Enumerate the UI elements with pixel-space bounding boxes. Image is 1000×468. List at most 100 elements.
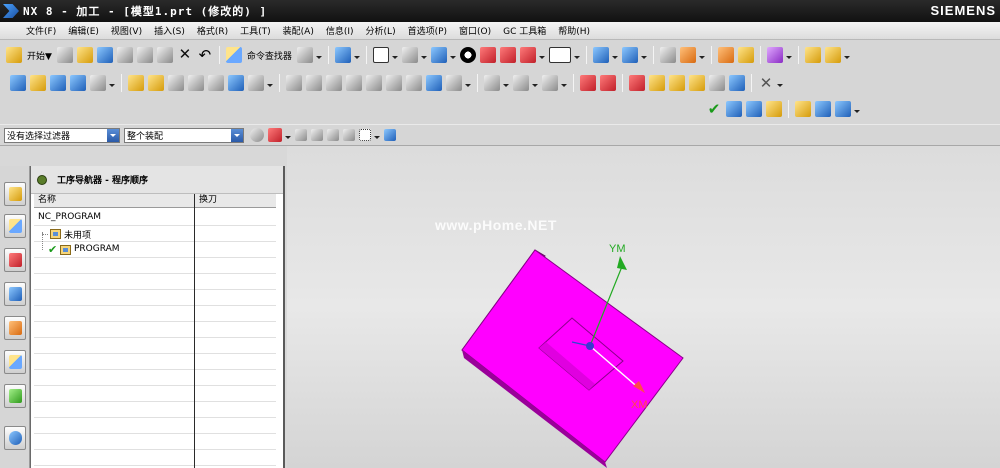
post-process-icon[interactable]: [766, 47, 783, 63]
menu-information[interactable]: 信息(I): [326, 24, 354, 37]
cut-method-icon[interactable]: [726, 101, 742, 117]
selection-scope-dropdown[interactable]: 整个装配: [124, 127, 244, 143]
fit-view-icon[interactable]: [372, 47, 389, 63]
intent-rule-icon[interactable]: [343, 129, 355, 141]
clip-section-icon[interactable]: [519, 47, 536, 63]
menu-format[interactable]: 格式(R): [197, 24, 228, 37]
curve-rule-icon[interactable]: [295, 129, 307, 141]
machine-tool-navigator-tab[interactable]: [4, 316, 26, 340]
post-icon[interactable]: [406, 75, 422, 91]
ipw-icon[interactable]: [729, 75, 745, 91]
part-navigator-tab[interactable]: [4, 182, 26, 206]
save-icon[interactable]: [96, 47, 113, 63]
ruler-icon[interactable]: [824, 47, 841, 63]
program-order-view-icon[interactable]: [128, 75, 144, 91]
history-tab[interactable]: [4, 384, 26, 408]
menu-preferences[interactable]: 首选项(P): [408, 24, 447, 37]
chevron-down-icon[interactable]: [108, 75, 115, 91]
report-icon[interactable]: [835, 101, 851, 117]
delete-object-icon[interactable]: [208, 75, 224, 91]
generate-path-icon[interactable]: [286, 75, 302, 91]
chevron-down-icon[interactable]: [531, 75, 538, 91]
chevron-down-icon[interactable]: [107, 128, 119, 142]
shaded-cube-icon[interactable]: [430, 47, 447, 63]
delete-icon[interactable]: ✕: [177, 47, 193, 63]
menu-assemblies[interactable]: 装配(A): [283, 24, 314, 37]
chevron-down-icon[interactable]: [573, 47, 580, 63]
table-row[interactable]: NC_PROGRAM: [34, 210, 276, 226]
machine-tool-view-icon[interactable]: [148, 75, 164, 91]
transform-icon[interactable]: [580, 75, 596, 91]
gear-icon[interactable]: [250, 128, 264, 142]
edit-section-icon[interactable]: [499, 47, 516, 63]
assembly-navigator-tab[interactable]: [4, 214, 26, 238]
snap-point-icon[interactable]: [268, 128, 282, 142]
background-icon[interactable]: [548, 47, 571, 63]
part-block[interactable]: [461, 249, 684, 468]
simulate-icon[interactable]: [366, 75, 382, 91]
paste-object-icon[interactable]: [689, 75, 705, 91]
type-filter-dropdown[interactable]: 没有选择过滤器: [4, 127, 120, 143]
chevron-down-icon[interactable]: [853, 101, 860, 117]
replay-path-icon[interactable]: [306, 75, 322, 91]
open-file-icon[interactable]: [76, 47, 93, 63]
shop-docs-icon[interactable]: [426, 75, 442, 91]
chevron-down-icon[interactable]: [231, 128, 243, 142]
chevron-down-icon[interactable]: [785, 47, 792, 63]
object-transform-icon[interactable]: [600, 75, 616, 91]
web-browser-tab[interactable]: [4, 426, 26, 450]
undo-icon[interactable]: ↶: [197, 47, 213, 63]
measure-icon[interactable]: [804, 47, 821, 63]
chevron-down-icon[interactable]: [464, 75, 471, 91]
wcs-origin-icon[interactable]: [679, 47, 696, 63]
column-header-name[interactable]: 名称: [34, 194, 194, 208]
create-operation-icon[interactable]: [592, 47, 609, 63]
note-icon[interactable]: [815, 101, 831, 117]
column-divider[interactable]: [194, 194, 195, 468]
template-icon[interactable]: [766, 101, 782, 117]
menu-analysis[interactable]: 分析(L): [366, 24, 396, 37]
checkmark-icon[interactable]: ✔: [706, 101, 722, 117]
chevron-down-icon[interactable]: [698, 47, 705, 63]
info-object-icon[interactable]: [228, 75, 244, 91]
create-program-icon[interactable]: [10, 75, 26, 91]
start-icon[interactable]: [6, 47, 22, 63]
tool-list-icon[interactable]: [746, 101, 762, 117]
paste-icon[interactable]: [156, 47, 173, 63]
graphics-window[interactable]: YM XM: [287, 146, 1000, 468]
body-rule-icon[interactable]: [327, 129, 339, 141]
menu-help[interactable]: 帮助(H): [558, 24, 590, 37]
face-rule-icon[interactable]: [311, 129, 323, 141]
new-file-icon[interactable]: [56, 47, 73, 63]
filter-icon[interactable]: [334, 47, 351, 63]
menu-insert[interactable]: 插入(S): [154, 24, 185, 37]
chevron-down-icon[interactable]: [640, 47, 647, 63]
chevron-down-icon[interactable]: [391, 47, 398, 63]
column-header-tool-change[interactable]: 换刀: [195, 194, 276, 208]
wcs-icon[interactable]: [659, 47, 676, 63]
table-row[interactable]: 未用项: [34, 226, 276, 242]
constraint-navigator-tab[interactable]: [4, 248, 26, 272]
chevron-down-icon[interactable]: [315, 47, 322, 63]
chevron-down-icon[interactable]: [611, 47, 618, 63]
create-geometry-icon[interactable]: [621, 47, 638, 63]
display-object-icon[interactable]: [709, 75, 725, 91]
menu-gc-toolkit[interactable]: GC 工具箱: [503, 24, 546, 37]
rectangle-select-icon[interactable]: [359, 129, 371, 141]
chevron-down-icon[interactable]: [420, 47, 427, 63]
chevron-down-icon[interactable]: [373, 127, 380, 143]
machine-simulate-icon[interactable]: [386, 75, 402, 91]
cut-icon[interactable]: [116, 47, 133, 63]
chevron-down-icon[interactable]: [266, 75, 273, 91]
chevron-down-icon[interactable]: [353, 47, 360, 63]
flag-icon[interactable]: [795, 101, 811, 117]
chevron-down-icon[interactable]: [560, 75, 567, 91]
chevron-down-icon[interactable]: [776, 75, 783, 91]
copy-icon[interactable]: [136, 47, 153, 63]
table-row[interactable]: ✔ PROGRAM: [34, 232, 276, 258]
chevron-down-icon[interactable]: [502, 75, 509, 91]
tool-axis-icon[interactable]: [513, 75, 529, 91]
command-finder-icon[interactable]: [225, 47, 242, 63]
section-view-icon[interactable]: [479, 47, 496, 63]
verify-path-icon[interactable]: [737, 47, 754, 63]
